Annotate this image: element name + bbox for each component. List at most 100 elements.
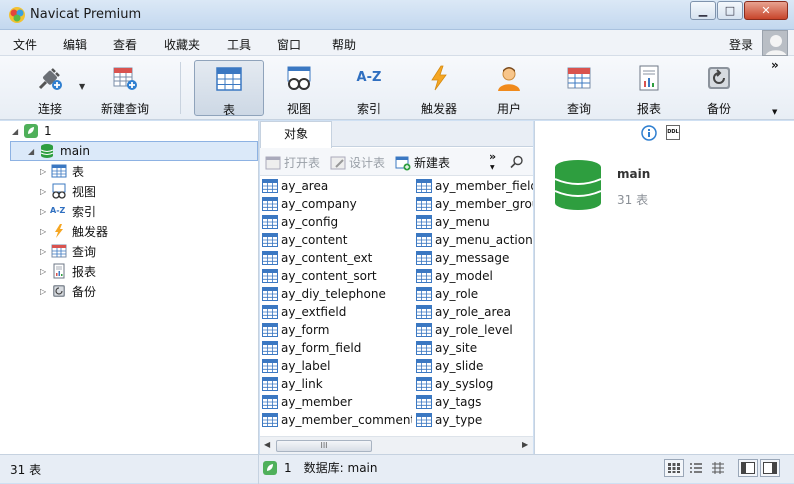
expand-arrow-icon[interactable]: ▷ xyxy=(40,267,50,276)
tree-database-main[interactable]: ◢ main xyxy=(28,141,90,161)
tab-objects[interactable]: 对象 xyxy=(260,121,332,148)
report-icon xyxy=(53,263,65,279)
menu-bar: 文件 编辑 查看 收藏夹 工具 窗口 帮助 登录 xyxy=(0,30,794,56)
table-list-item[interactable]: ay_content_ext xyxy=(262,249,412,267)
user-button[interactable]: 用户 xyxy=(480,60,538,116)
expand-arrow-icon[interactable]: ▷ xyxy=(40,167,50,176)
view-button[interactable]: 视图 xyxy=(270,60,328,116)
table-list-item[interactable]: ay_type xyxy=(416,411,533,429)
table-list-item[interactable]: ay_diy_telephone xyxy=(262,285,412,303)
info-icon[interactable] xyxy=(641,125,657,141)
toggle-right-panel-button[interactable] xyxy=(760,459,780,477)
table-list-item[interactable]: ay_menu xyxy=(416,213,533,231)
trigger-button[interactable]: 触发器 xyxy=(410,60,468,116)
table-list-item[interactable]: ay_syslog xyxy=(416,375,533,393)
object-toolbar-overflow-icon[interactable]: » xyxy=(489,150,496,163)
backup-button[interactable]: 备份 xyxy=(690,60,748,116)
table-list-item[interactable]: ay_area xyxy=(262,177,412,195)
table-list-item[interactable]: ay_member_group xyxy=(416,195,533,213)
menu-window[interactable]: 窗口 xyxy=(277,36,301,53)
menu-favorites[interactable]: 收藏夹 xyxy=(164,36,200,53)
object-toolbar-dropdown-icon[interactable]: ▼ xyxy=(490,164,495,171)
scroll-left-icon[interactable]: ◀ xyxy=(264,440,270,449)
expand-arrow-icon[interactable]: ▷ xyxy=(40,207,50,216)
toolbar-overflow-dropdown-icon[interactable]: ▼ xyxy=(772,108,777,116)
maximize-button[interactable]: □ xyxy=(717,1,743,20)
table-list-item[interactable]: ay_role_level xyxy=(416,321,533,339)
new-table-button[interactable]: 新建表 xyxy=(395,154,450,171)
list-view-button[interactable] xyxy=(686,459,706,477)
table-list-item[interactable]: ay_form_field xyxy=(262,339,412,357)
tree-node-queries[interactable]: ▷ 查询 xyxy=(40,241,96,261)
table-list-item[interactable]: ay_member xyxy=(262,393,412,411)
login-link[interactable]: 登录 xyxy=(729,36,753,53)
main-toolbar: 连接 ▼ 新建查询 表 视图 A-Z 索引 触发器 用户 查询 报表 备份 » … xyxy=(0,56,794,120)
table-icon xyxy=(51,164,67,178)
table-list-item[interactable]: ay_role xyxy=(416,285,533,303)
table-list-item[interactable]: ay_model xyxy=(416,267,533,285)
expand-arrow-icon[interactable]: ▷ xyxy=(40,247,50,256)
table-list-item[interactable]: ay_role_area xyxy=(416,303,533,321)
table-list-item[interactable]: ay_config xyxy=(262,213,412,231)
tree-connection-row[interactable]: ◢ 1 xyxy=(12,121,52,141)
horizontal-scrollbar[interactable]: ◀ III ▶ xyxy=(260,436,533,454)
user-avatar[interactable] xyxy=(762,30,788,56)
detail-view-button[interactable] xyxy=(708,459,728,477)
search-icon[interactable] xyxy=(510,155,524,169)
report-button[interactable]: 报表 xyxy=(620,60,678,116)
scroll-right-icon[interactable]: ▶ xyxy=(522,440,528,449)
table-button[interactable]: 表 xyxy=(194,60,264,117)
expand-arrow-icon[interactable]: ▷ xyxy=(40,227,50,236)
close-button[interactable]: ✕ xyxy=(744,1,788,20)
object-tab-strip: 对象 xyxy=(260,121,533,148)
table-list-item[interactable]: ay_content_sort xyxy=(262,267,412,285)
ddl-icon[interactable]: DDL xyxy=(666,125,680,140)
tree-node-tables[interactable]: ▷ 表 xyxy=(40,161,84,181)
table-icon xyxy=(262,215,278,229)
expand-arrow-icon[interactable]: ▷ xyxy=(40,287,50,296)
grid-view-button[interactable] xyxy=(664,459,684,477)
backup-label: 备份 xyxy=(706,102,731,116)
collapse-arrow-icon[interactable]: ◢ xyxy=(12,127,22,136)
report-icon xyxy=(639,65,659,91)
collapse-arrow-icon[interactable]: ◢ xyxy=(28,147,38,156)
table-list-item[interactable]: ay_label xyxy=(262,357,412,375)
detail-view-icon xyxy=(712,462,724,474)
table-list-item[interactable]: ay_company xyxy=(262,195,412,213)
table-list-item[interactable]: ay_tags xyxy=(416,393,533,411)
table-list-item[interactable]: ay_slide xyxy=(416,357,533,375)
new-query-button[interactable]: 新建查询 xyxy=(96,60,154,116)
menu-file[interactable]: 文件 xyxy=(13,36,37,53)
query-button[interactable]: 查询 xyxy=(550,60,608,116)
tree-node-views[interactable]: ▷ 视图 xyxy=(40,181,96,201)
table-list-item[interactable]: ay_site xyxy=(416,339,533,357)
table-list-item[interactable]: ay_menu_action xyxy=(416,231,533,249)
table-list-item[interactable]: ay_message xyxy=(416,249,533,267)
status-connection-name: 1 xyxy=(284,460,292,475)
table-name: ay_model xyxy=(435,269,493,283)
menu-edit[interactable]: 编辑 xyxy=(63,36,87,53)
scrollbar-thumb[interactable]: III xyxy=(276,440,372,452)
menu-help[interactable]: 帮助 xyxy=(332,36,356,53)
minimize-button[interactable]: ▁ xyxy=(690,1,716,20)
menu-tools[interactable]: 工具 xyxy=(227,36,251,53)
open-table-button[interactable]: 打开表 xyxy=(265,154,320,171)
table-list-item[interactable]: ay_link xyxy=(262,375,412,393)
menu-view[interactable]: 查看 xyxy=(113,36,137,53)
index-button[interactable]: A-Z 索引 xyxy=(340,60,398,116)
table-list-item[interactable]: ay_form xyxy=(262,321,412,339)
tree-node-triggers[interactable]: ▷ 触发器 xyxy=(40,221,108,241)
table-list-item[interactable]: ay_extfield xyxy=(262,303,412,321)
expand-arrow-icon[interactable]: ▷ xyxy=(40,187,50,196)
connect-button[interactable]: 连接 xyxy=(22,60,78,116)
tree-node-indexes[interactable]: ▷ A-Z 索引 xyxy=(40,201,96,221)
toolbar-overflow-icon[interactable]: » xyxy=(771,58,779,72)
table-list-item[interactable]: ay_content xyxy=(262,231,412,249)
table-list-item[interactable]: ay_member_field xyxy=(416,177,533,195)
tree-node-backups[interactable]: ▷ 备份 xyxy=(40,281,96,301)
table-list-item[interactable]: ay_member_comment xyxy=(262,411,412,429)
tree-node-reports[interactable]: ▷ 报表 xyxy=(40,261,96,281)
connect-dropdown-icon[interactable]: ▼ xyxy=(79,82,85,91)
design-table-button[interactable]: 设计表 xyxy=(330,154,385,171)
toggle-left-panel-button[interactable] xyxy=(738,459,758,477)
